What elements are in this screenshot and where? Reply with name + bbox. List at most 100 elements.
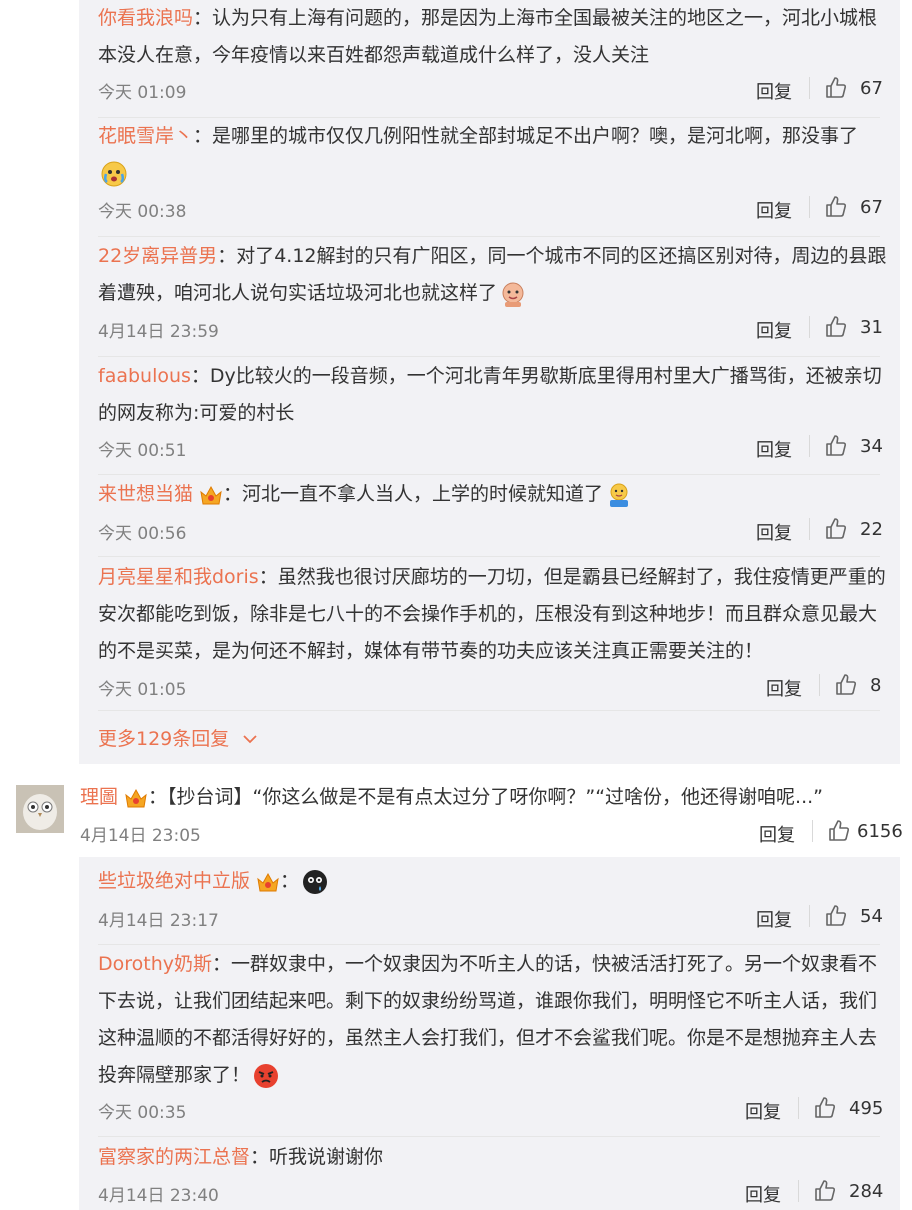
reply-button[interactable]: 回复 [756,78,792,104]
like-icon[interactable] [824,904,848,928]
comment-text: 的网友称为:可爱的村长 [98,402,295,424]
username-link[interactable]: 些垃圾绝对中立版 [98,870,250,892]
list-item: 月亮星星和我doris：虽然我也很讨厌廊坊的一刀切，但是霸县已经解封了，我住疫情… [98,559,886,670]
comment-text: 着遭殃，咱河北人说句实话垃圾河北也就这样了 [98,282,498,304]
comment-text: ：对了4.12解封的只有广阳区，同一个城市不同的区还搞区别对待，周边的县跟 [217,245,887,267]
comment-text: ：是哪里的城市仅仅几例阳性就全部封城足不出户啊？噢，是河北啊，那没事了 [193,125,859,147]
like-count: 54 [860,906,883,927]
list-item: Dorothy奶斯：一群奴隶中，一个奴隶因为不听主人的话，快被活活打死了。另一个… [98,946,877,1094]
more-replies-label: 更多129条回复 [98,728,230,750]
like-icon[interactable] [834,673,858,697]
reply-button[interactable]: 回复 [745,1098,781,1124]
comment-time: 4月14日 23:17 [98,911,219,931]
like-icon[interactable] [824,76,848,100]
like-icon[interactable] [824,517,848,541]
avatar[interactable] [16,785,64,833]
divider [98,356,880,357]
divider [812,820,813,842]
like-icon[interactable] [827,819,851,843]
divider [98,474,880,475]
divider [809,518,810,540]
black-sweat-emoji-icon [303,869,328,894]
comment-text: 的不是买菜，是为何还不解封，媒体有带节奏的功夫应该关注真正需要关注的！ [98,640,764,662]
angry-emoji-icon [254,1063,279,1088]
username-link[interactable]: Dorothy奶斯 [98,953,212,975]
divider [809,77,810,99]
comment-time: 今天 00:38 [98,202,187,222]
comment-time: 今天 00:35 [98,1103,187,1123]
list-item: 你看我浪吗：认为只有上海有问题的，那是因为上海市全国最被关注的地区之一，河北小城… [98,0,877,74]
reply-button[interactable]: 回复 [756,436,792,462]
divider [798,1180,799,1202]
list-item: 富察家的两江总督：听我说谢谢你 [98,1139,383,1176]
like-icon[interactable] [824,434,848,458]
like-count: 22 [860,519,883,540]
vip-crown-badge-icon [257,872,279,891]
like-icon[interactable] [813,1096,837,1120]
reply-button[interactable]: 回复 [759,821,795,847]
comment-time: 4月14日 23:40 [98,1186,219,1206]
username-link[interactable]: 花眠雪岸丶 [98,125,193,147]
like-count: 67 [860,197,883,218]
like-icon[interactable] [824,315,848,339]
owl-avatar-icon [16,785,64,833]
like-count: 8 [870,675,882,696]
comment-text: 本没人在意，今年疫情以来百姓都怨声载道成什么样了，没人关注 [98,44,650,66]
comment-text: ：Dy比较火的一段音频，一个河北青年男歇斯底里得用村里大广播骂街，还被亲切 [190,365,882,387]
shrug-emoji-icon [610,483,629,507]
crying-emoji-icon [101,161,127,186]
chevron-down-icon [243,735,257,744]
like-count: 495 [849,1098,884,1119]
like-count: 67 [860,78,883,99]
list-item: 22岁离异普男：对了4.12解封的只有广阳区，同一个城市不同的区还搞区别对待，周… [98,238,887,312]
reply-button[interactable]: 回复 [756,906,792,932]
like-count: 34 [860,436,883,457]
divider [98,236,880,237]
list-item: 花眠雪岸丶：是哪里的城市仅仅几例阳性就全部封城足不出户啊？噢，是河北啊，那没事了 [98,118,858,192]
vip-crown-badge-icon [200,485,222,504]
comment-text: ：河北一直不拿人当人，上学的时候就知道了 [223,483,604,505]
list-item: 些垃圾绝对中立版 ： [98,863,329,900]
comment-text: ：一群奴隶中，一个奴隶因为不听主人的话，快被活活打死了。另一个奴隶看不 [212,953,878,975]
divider [809,435,810,457]
divider [809,196,810,218]
list-item: faabulous：Dy比较火的一段音频，一个河北青年男歇斯底里得用村里大广播骂… [98,358,882,432]
list-item: 来世想当猫 ：河北一直不拿人当人，上学的时候就知道了 [98,476,633,513]
like-count: 284 [849,1181,884,1202]
more-replies-link[interactable]: 更多129条回复 [98,724,258,751]
comment-text: 安次都能吃到饭，除非是七八十的不会操作手机的，压根没有到这种地步！而且群众意见最… [98,603,878,625]
comment-text: ：【抄台词】“你这么做是不是有点太过分了呀你啊？”“过啥份，他还得谢咱呢...” [148,786,824,808]
divider [809,905,810,927]
username-link[interactable]: 你看我浪吗 [98,7,193,29]
comment-text: ：虽然我也很讨厌廊坊的一刀切，但是霸县已经解封了，我住疫情更严重的 [258,566,886,588]
comment-text: 下去说，让我们团结起来吧。剩下的奴隶纷纷骂道，谁跟你我们，明明怪它不听主人话，我… [98,990,878,1012]
reply-button[interactable]: 回复 [756,317,792,343]
comment-time: 今天 00:56 [98,524,187,544]
comment-time: 今天 01:05 [98,680,187,700]
username-link[interactable]: 22岁离异普男 [98,245,217,267]
username-link[interactable]: 富察家的两江总督 [98,1146,250,1168]
username-link[interactable]: 理圖 [80,786,118,808]
comment-time: 今天 01:09 [98,83,187,103]
divider [809,316,810,338]
username-link[interactable]: faabulous [98,365,191,387]
comment-text: ： [280,870,300,892]
comment-text: ：听我说谢谢你 [250,1146,384,1168]
comment-text: 投奔隔壁那家了！ [98,1064,251,1086]
reply-button[interactable]: 回复 [745,1181,781,1207]
divider [798,1097,799,1119]
vip-crown-badge-icon [125,788,147,807]
username-link[interactable]: 月亮星星和我doris [98,566,259,588]
like-icon[interactable] [813,1179,837,1203]
comment-time: 4月14日 23:59 [98,322,219,342]
divider [98,556,880,557]
username-link[interactable]: 来世想当猫 [98,483,193,505]
reply-button[interactable]: 回复 [756,197,792,223]
like-count: 6156 [857,821,903,842]
divider [98,1136,880,1137]
reply-button[interactable]: 回复 [766,675,802,701]
like-icon[interactable] [824,195,848,219]
comment-time: 今天 00:51 [98,441,187,461]
baby-emoji-icon [502,282,524,307]
reply-button[interactable]: 回复 [756,519,792,545]
